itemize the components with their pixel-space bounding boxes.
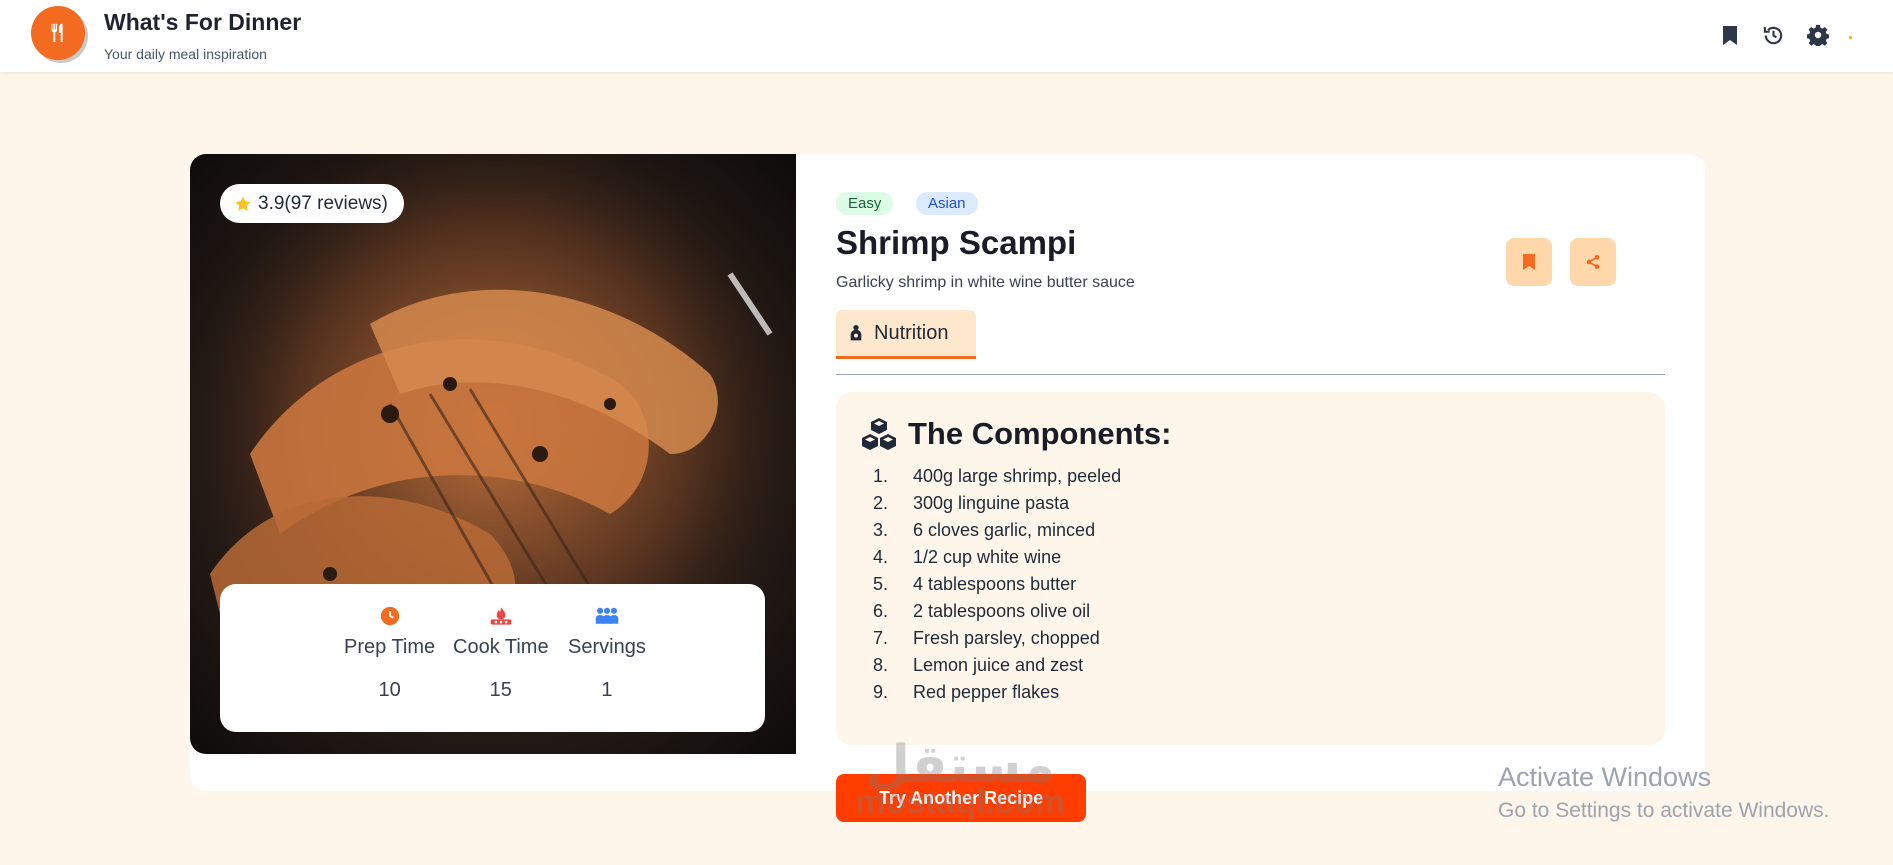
stat-value: 1: [601, 679, 613, 701]
app-title: What's For Dinner: [104, 9, 302, 35]
stat-value: 15: [489, 679, 512, 701]
bookmark-button[interactable]: [1506, 238, 1552, 286]
share-icon: [1586, 255, 1600, 269]
rating-text: 3.9(97 reviews): [258, 192, 388, 214]
stat-prep-time: Prep Time 10: [344, 606, 435, 702]
activation-hint: Go to Settings to activate Windows.: [1498, 799, 1830, 822]
gear-icon: [1807, 24, 1829, 46]
components-heading: The Components:: [860, 416, 1172, 452]
stat-cook-time: Cook Time 15: [453, 606, 549, 702]
list-item: 2. 300g linguine pasta: [873, 493, 1070, 513]
tab-label: Nutrition: [874, 321, 949, 344]
bookmark-icon: [1523, 254, 1535, 270]
tab-divider: [836, 374, 1665, 375]
utensils-icon: [51, 23, 63, 43]
bookmark-icon: [1723, 25, 1737, 45]
history-icon: [1763, 26, 1782, 44]
stat-value: 10: [378, 679, 401, 701]
history-button[interactable]: [1760, 22, 1786, 48]
rating-badge: 3.9(97 reviews): [220, 184, 404, 223]
list-item: 6. 2 tablespoons olive oil: [873, 601, 1091, 621]
windows-activation-notice: Activate Windows Go to Settings to activ…: [1498, 762, 1830, 823]
activation-title: Activate Windows: [1498, 762, 1712, 792]
app-subtitle: Your daily meal inspiration: [104, 46, 267, 62]
recipe-title: Shrimp Scampi: [836, 224, 1077, 261]
people-icon: [595, 607, 619, 624]
cuisine-badge: Asian: [916, 192, 978, 215]
list-item: 9. Red pepper flakes: [873, 682, 1060, 702]
bookmarks-button[interactable]: [1717, 22, 1743, 48]
clock-icon: [380, 606, 399, 626]
list-item: 5. 4 tablespoons butter: [873, 574, 1077, 594]
nutrition-icon: [850, 325, 862, 341]
stat-label: Cook Time: [453, 636, 549, 658]
status-dot: [1849, 36, 1852, 39]
list-item: 7. Fresh parsley, chopped: [873, 628, 1100, 648]
logo[interactable]: [31, 6, 85, 60]
app-header: What's For Dinner Your daily meal inspir…: [0, 0, 1893, 72]
fire-burner-icon: [490, 607, 512, 625]
recipe-stats: Prep Time 10 Cook Time 15 Servings 1: [220, 584, 765, 732]
list-item: 8. Lemon juice and zest: [873, 655, 1084, 675]
difficulty-badge: Easy: [836, 192, 894, 215]
share-button[interactable]: [1570, 238, 1616, 286]
components-title: The Components:: [908, 416, 1172, 451]
list-item: 4. 1/2 cup white wine: [873, 547, 1062, 567]
settings-button[interactable]: [1805, 22, 1831, 48]
list-item: 3. 6 cloves garlic, minced: [873, 520, 1096, 540]
try-another-recipe-button[interactable]: Try Another Recipe: [836, 774, 1086, 822]
cubes-icon: [862, 418, 896, 450]
recipe-description: Garlicky shrimp in white wine butter sau…: [836, 274, 1135, 291]
stat-label: Servings: [568, 636, 646, 658]
ingredient-list: 1. 400g large shrimp, peeled 2. 300g lingu…: [873, 463, 1121, 706]
stat-label: Prep Time: [344, 636, 436, 658]
list-item: 1. 400g large shrimp, peeled: [873, 466, 1122, 486]
tab-nutrition[interactable]: Nutrition: [836, 310, 976, 359]
star-icon: [235, 196, 251, 211]
stat-servings: Servings 1: [568, 606, 646, 702]
